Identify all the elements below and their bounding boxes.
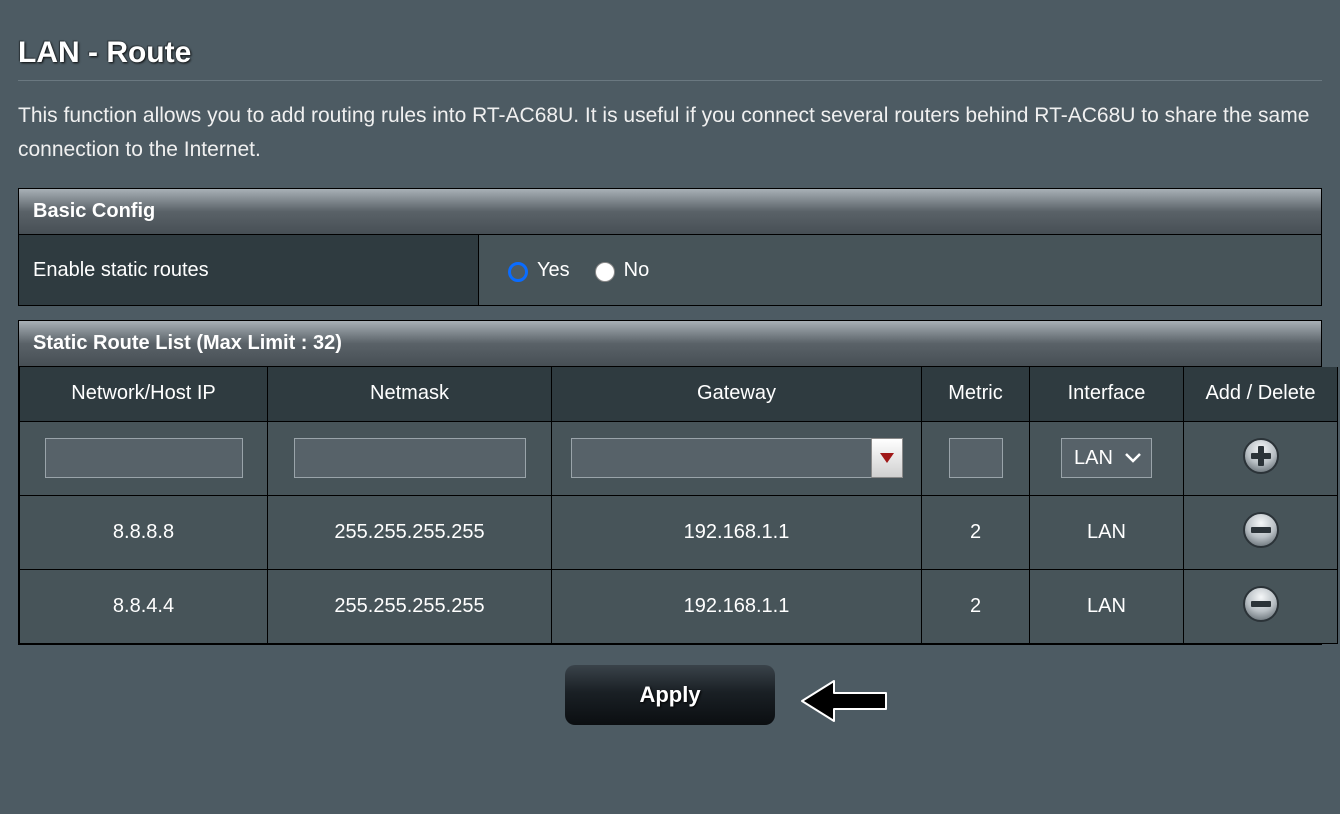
route-row: 8.8.8.8 255.255.255.255 192.168.1.1 2 LA… [20, 495, 1338, 569]
radio-no-wrap[interactable]: No [590, 259, 650, 282]
route-row: 8.8.4.4 255.255.255.255 192.168.1.1 2 LA… [20, 569, 1338, 643]
apply-button[interactable]: Apply [565, 665, 775, 725]
enable-static-routes-value: Yes No [479, 235, 1321, 305]
route-input-row: LAN [20, 421, 1338, 495]
delete-route-button[interactable] [1241, 510, 1281, 550]
gateway-dropdown-button[interactable] [871, 438, 903, 478]
basic-config-panel: Basic Config Enable static routes Yes No [18, 188, 1322, 306]
radio-yes[interactable] [508, 262, 528, 282]
route-cell-ip: 8.8.4.4 [20, 569, 268, 643]
apply-row: Apply [18, 665, 1322, 725]
triangle-down-icon [880, 453, 894, 463]
enable-static-routes-label: Enable static routes [19, 235, 479, 305]
plus-circle-icon [1242, 437, 1280, 475]
basic-config-header: Basic Config [19, 189, 1321, 235]
radio-no-label: No [624, 259, 650, 282]
route-cell-metric: 2 [922, 569, 1030, 643]
page-title: LAN - Route [18, 36, 1322, 70]
enable-static-routes-row: Enable static routes Yes No [19, 235, 1321, 305]
col-header-netmask: Netmask [268, 367, 552, 421]
chevron-down-icon [1125, 453, 1141, 463]
radio-yes-label: Yes [537, 259, 570, 282]
route-list-panel: Static Route List (Max Limit : 32) Netwo… [18, 320, 1322, 645]
route-cell-metric: 2 [922, 495, 1030, 569]
col-header-gateway: Gateway [552, 367, 922, 421]
route-cell-gateway: 192.168.1.1 [552, 495, 922, 569]
route-list-header: Static Route List (Max Limit : 32) [19, 321, 1321, 367]
add-route-button[interactable] [1241, 436, 1281, 476]
delete-route-button[interactable] [1241, 584, 1281, 624]
radio-yes-wrap[interactable]: Yes [503, 259, 570, 282]
netmask-input[interactable] [294, 438, 526, 478]
route-cell-gateway: 192.168.1.1 [552, 569, 922, 643]
gateway-input[interactable] [571, 438, 871, 478]
interface-select-value: LAN [1074, 447, 1113, 470]
metric-input[interactable] [949, 438, 1003, 478]
interface-select[interactable]: LAN [1061, 438, 1152, 478]
col-header-action: Add / Delete [1184, 367, 1338, 421]
ip-input[interactable] [45, 438, 243, 478]
title-divider [18, 80, 1322, 81]
route-cell-interface: LAN [1030, 495, 1184, 569]
minus-circle-icon [1242, 585, 1280, 623]
route-cell-netmask: 255.255.255.255 [268, 569, 552, 643]
minus-circle-icon [1242, 511, 1280, 549]
route-table: Network/Host IP Netmask Gateway Metric I… [19, 367, 1338, 644]
route-cell-netmask: 255.255.255.255 [268, 495, 552, 569]
page-description: This function allows you to add routing … [18, 99, 1322, 166]
col-header-ip: Network/Host IP [20, 367, 268, 421]
radio-no[interactable] [595, 262, 615, 282]
route-table-header-row: Network/Host IP Netmask Gateway Metric I… [20, 367, 1338, 421]
route-cell-interface: LAN [1030, 569, 1184, 643]
arrow-left-icon [800, 677, 890, 730]
route-cell-ip: 8.8.8.8 [20, 495, 268, 569]
col-header-metric: Metric [922, 367, 1030, 421]
col-header-interface: Interface [1030, 367, 1184, 421]
